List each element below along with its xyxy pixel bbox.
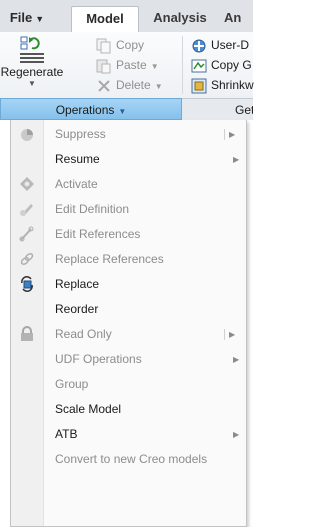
shrinkwrap-label: Shrinkw [211,78,254,92]
activate-icon [20,177,34,191]
operations-group-button[interactable]: Operations ▼ [0,98,182,120]
edit-references-icon [19,226,34,242]
operations-dropdown-menu: Suppress ▶ Resume ▶ Activate Edit Defini… [10,120,247,527]
menu-item-label: Edit References [55,227,141,241]
regenerate-icon [20,36,44,63]
copy-button[interactable]: Copy [96,36,144,54]
menu-item-replace-references[interactable]: Replace References [11,247,246,272]
menu-item-label: Resume [55,152,100,166]
tab-analysis[interactable]: Analysis [143,6,217,32]
menu-item-udf-operations[interactable]: UDF Operations ▶ [11,347,246,372]
menu-item-label: Group [55,377,89,391]
user-defined-feature-button[interactable]: User-D [191,36,249,54]
menu-item-resume[interactable]: Resume ▶ [11,147,246,172]
shrinkwrap-icon [191,78,207,94]
submenu-arrow-icon: ▶ [233,355,240,364]
copy-geometry-button[interactable]: Copy G [191,56,252,74]
user-defined-feature-icon [192,39,206,53]
menu-item-convert-to-new-creo-models[interactable]: Convert to new Creo models [11,447,246,472]
ribbon-tab-bar: File ▼ Model Analysis An [0,0,253,33]
menu-item-suppress[interactable]: Suppress ▶ [11,122,246,147]
get-data-group-button[interactable]: Get [182,98,253,120]
menu-item-label: Scale Model [55,402,122,416]
regenerate-button[interactable]: Regenerate ▼ [0,34,64,96]
chevron-down-icon[interactable]: ▼ [155,82,163,91]
user-defined-feature-label: User-D [211,38,249,52]
tab-annotate[interactable]: An [224,6,254,32]
menu-item-label: Convert to new Creo models [55,452,208,466]
ribbon-divider [182,36,183,94]
submenu-arrow-icon: ▶ [223,322,235,347]
copy-icon [96,38,111,54]
chevron-down-icon: ▼ [118,107,127,116]
menu-item-group[interactable]: Group [11,372,246,397]
menu-item-label: Replace [55,277,100,291]
menu-item-label: Read Only [55,327,112,341]
regenerate-label: Regenerate [0,65,64,79]
delete-label: Delete [116,78,151,92]
menu-item-label: Replace References [55,252,164,266]
menu-item-activate[interactable]: Activate [11,172,246,197]
shrinkwrap-button[interactable]: Shrinkw [191,76,254,94]
ribbon-group-row: Operations ▼ Get [0,98,253,120]
paste-icon [96,59,111,74]
menu-item-reorder[interactable]: Reorder [11,297,246,322]
lock-icon [21,326,33,341]
submenu-arrow-icon: ▶ [233,430,240,439]
tab-file[interactable]: File ▼ [4,6,50,32]
suppress-icon [21,129,33,141]
menu-item-label: Reorder [55,302,99,316]
operations-group-label: Operations [55,103,115,117]
paste-label: Paste [116,58,147,72]
menu-item-label: Edit Definition [55,202,130,216]
chevron-down-icon[interactable]: ▼ [151,62,159,71]
chevron-down-icon[interactable]: ▼ [0,79,64,88]
menu-item-read-only[interactable]: Read Only ▶ [11,322,246,347]
ribbon-panel: Regenerate ▼ Copy Paste ▼ Delete ▼ User-D … [0,32,254,99]
replace-icon [21,276,33,292]
replace-references-icon [20,253,34,265]
delete-icon [98,80,110,92]
menu-item-edit-references[interactable]: Edit References [11,222,246,247]
copy-label: Copy [116,38,145,52]
edit-definition-icon [20,204,33,216]
copy-geometry-label: Copy G [211,58,252,72]
tab-model[interactable]: Model [71,6,139,33]
submenu-arrow-icon: ▶ [223,122,235,147]
menu-item-label: ATB [55,427,78,441]
paste-button[interactable]: Paste ▼ [96,56,159,74]
menu-item-label: UDF Operations [55,352,142,366]
delete-button[interactable]: Delete ▼ [96,76,163,94]
submenu-arrow-icon: ▶ [233,155,240,164]
menu-item-replace[interactable]: Replace [11,272,246,297]
copy-geometry-icon [191,59,207,73]
tab-file-label: File [9,10,33,25]
chevron-down-icon: ▼ [35,14,45,24]
menu-item-scale-model[interactable]: Scale Model [11,397,246,422]
menu-item-edit-definition[interactable]: Edit Definition [11,197,246,222]
menu-item-label: Activate [55,177,98,191]
menu-item-atb[interactable]: ATB ▶ [11,422,246,447]
menu-item-label: Suppress [55,127,106,141]
